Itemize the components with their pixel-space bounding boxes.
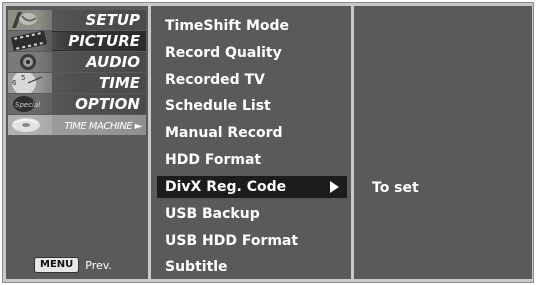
arrow-right-icon: [330, 181, 339, 193]
submenu-item-timeshift-mode[interactable]: TimeShift Mode: [157, 15, 347, 37]
submenu-item-recorded-tv[interactable]: Recorded TV: [157, 69, 347, 91]
category-time-machine[interactable]: TIME MACHINE ►: [8, 115, 146, 135]
submenu-item-subtitle[interactable]: Subtitle: [157, 256, 347, 278]
prev-hint: MENU Prev.: [34, 257, 112, 273]
submenu-item-label: Schedule List: [165, 98, 271, 114]
category-time[interactable]: 6 5 TIME: [8, 73, 146, 93]
category-label: OPTION: [75, 95, 140, 113]
category-label: PICTURE: [68, 32, 140, 50]
category-label: TIME MACHINE ►: [64, 121, 142, 132]
prev-label: Prev.: [85, 258, 112, 272]
category-picture[interactable]: PICTURE: [8, 31, 146, 51]
submenu-item-label: HDD Format: [165, 152, 262, 168]
submenu-item-hdd-format[interactable]: HDD Format: [157, 149, 347, 171]
svg-text:Special: Special: [15, 101, 40, 109]
svg-text:6: 6: [12, 79, 17, 87]
category-setup[interactable]: SETUP: [8, 10, 146, 30]
submenu-item-schedule-list[interactable]: Schedule List: [157, 95, 347, 117]
svg-text:5: 5: [21, 74, 25, 82]
detail-panel: To set: [354, 6, 532, 279]
tv-menu-frame: SETUP PICTURE AUDIO 6 5 TIME Special OPT…: [2, 2, 534, 283]
submenu-item-divx-reg-code[interactable]: DivX Reg. Code: [157, 176, 347, 198]
submenu-item-label: USB HDD Format: [165, 233, 299, 249]
submenu-item-label: Record Quality: [165, 45, 282, 61]
category-label: TIME: [99, 74, 140, 92]
category-audio[interactable]: AUDIO: [8, 52, 146, 72]
submenu-item-label: USB Backup: [165, 206, 260, 222]
submenu-item-label: Recorded TV: [165, 72, 265, 88]
menu-key-badge[interactable]: MENU: [34, 257, 80, 273]
submenu-item-label: TimeShift Mode: [165, 18, 290, 34]
submenu-item-label: DivX Reg. Code: [165, 179, 287, 195]
submenu-item-label: Manual Record: [165, 125, 283, 141]
submenu-panel: TimeShift Mode Record Quality Recorded T…: [151, 6, 351, 279]
submenu-item-label: Subtitle: [165, 259, 228, 275]
submenu-item-manual-record[interactable]: Manual Record: [157, 122, 347, 144]
category-rail: SETUP PICTURE AUDIO 6 5 TIME Special OPT…: [6, 6, 148, 279]
submenu-item-usb-backup[interactable]: USB Backup: [157, 203, 347, 225]
submenu-item-usb-hdd-format[interactable]: USB HDD Format: [157, 230, 347, 252]
category-option[interactable]: Special OPTION: [8, 94, 146, 114]
category-label: AUDIO: [86, 53, 140, 71]
category-label: SETUP: [85, 11, 140, 29]
detail-value[interactable]: To set: [372, 178, 419, 198]
submenu-item-record-quality[interactable]: Record Quality: [157, 42, 347, 64]
